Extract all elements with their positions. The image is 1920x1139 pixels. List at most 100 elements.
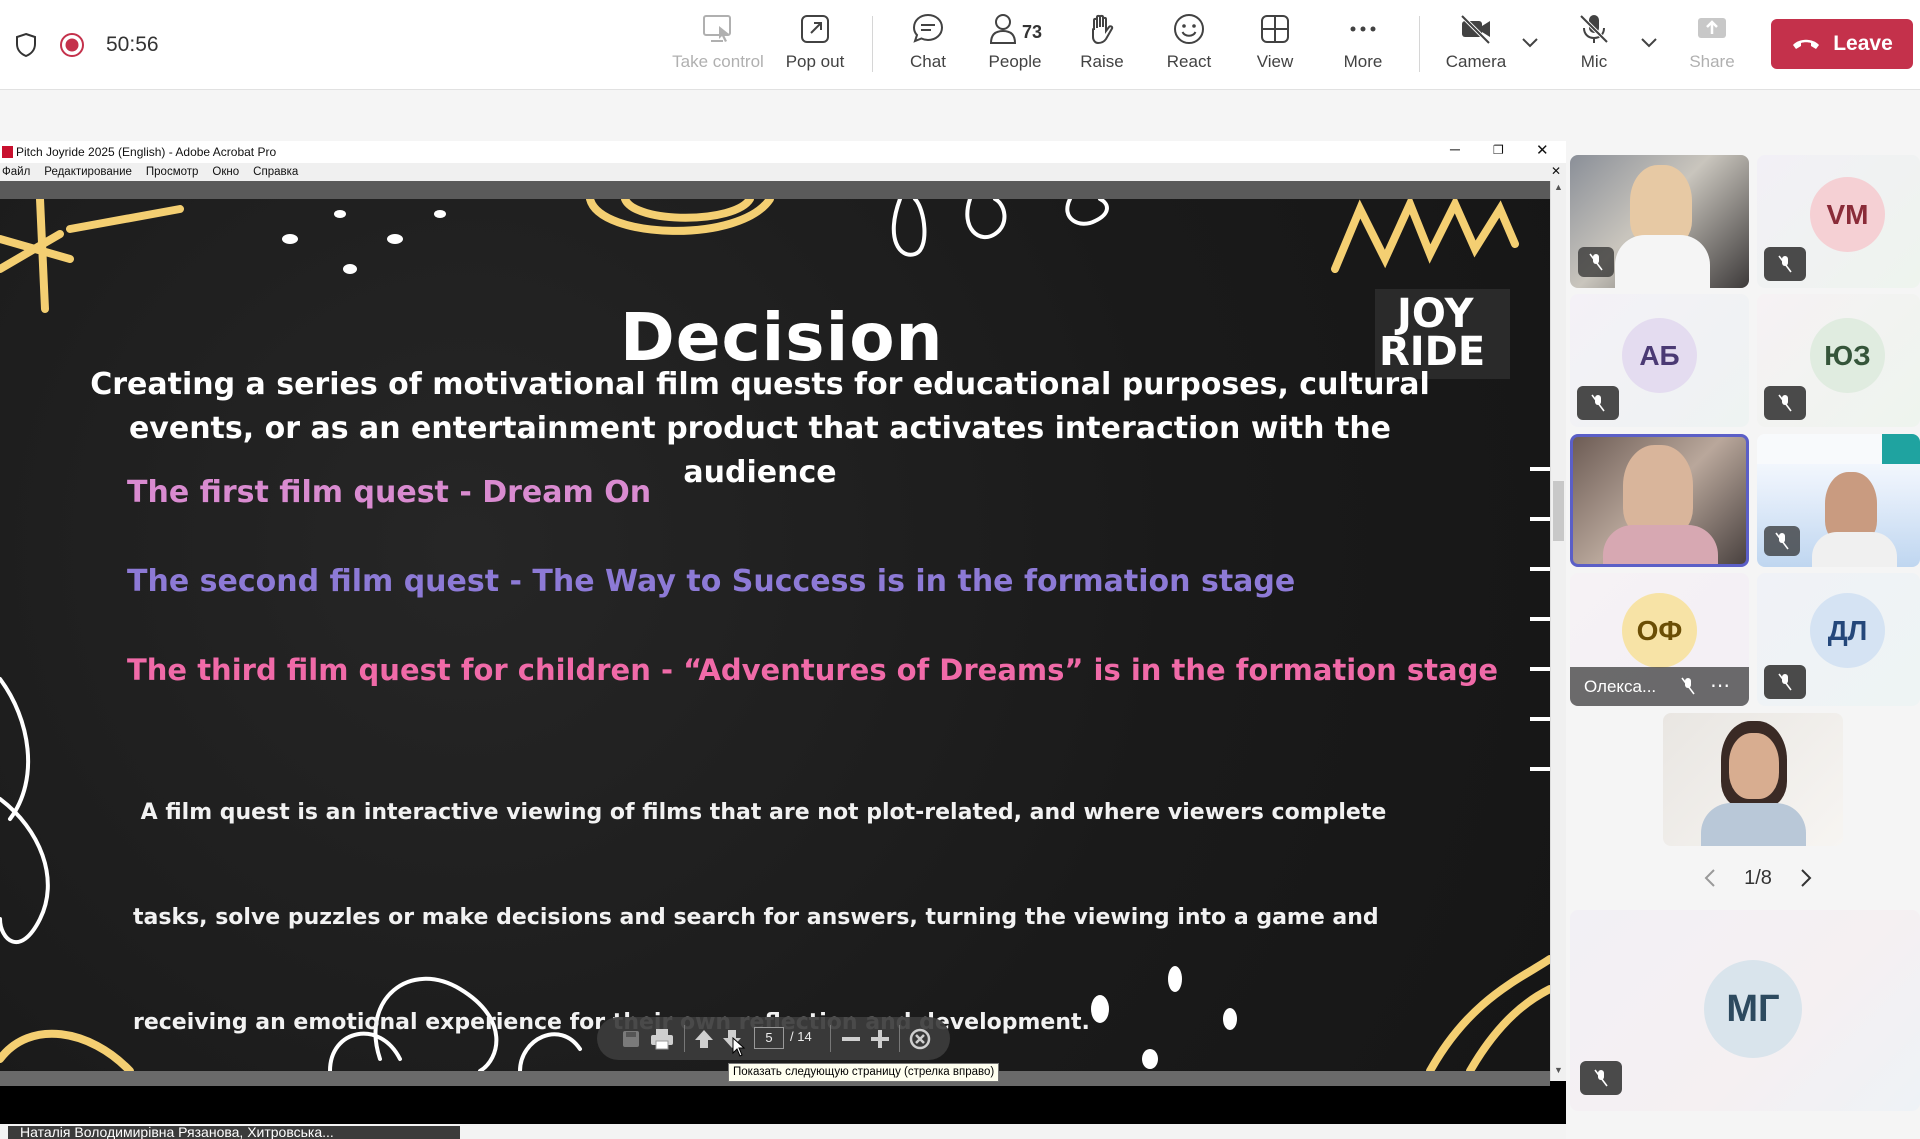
acrobat-window-title: Pitch Joyride 2025 (English) - Adobe Acr… (16, 145, 277, 159)
view-label: View (1256, 52, 1294, 71)
raise-label: Raise (1080, 52, 1124, 71)
next-page-tooltip: Показать следующую страницу (стрелка впр… (728, 1063, 1000, 1082)
zoom-in-icon[interactable] (869, 1028, 891, 1050)
menu-item-help[interactable]: Справка (253, 166, 298, 178)
muted-mic-icon (1681, 677, 1695, 695)
share-button[interactable]: Share (1689, 12, 1735, 82)
recording-icon (59, 32, 85, 58)
quest-1-text: The first film quest - Dream On (127, 475, 652, 510)
menu-item-view[interactable]: Просмотр (146, 166, 199, 178)
muted-mic-icon (1580, 1061, 1622, 1095)
participant-video-tile-shared[interactable] (1757, 434, 1920, 567)
share-icon (1698, 18, 1726, 38)
menu-item-edit[interactable]: Редактирование (44, 166, 132, 178)
raise-hand-icon (1092, 14, 1114, 45)
muted-mic-icon (1764, 526, 1800, 556)
avatar-ab: АБ (1622, 318, 1697, 393)
more-button[interactable]: More (1340, 12, 1386, 82)
chat-button[interactable]: Chat (900, 12, 956, 82)
acrobat-titlebar: Pitch Joyride 2025 (English) - Adobe Acr… (0, 141, 1566, 163)
shield-icon[interactable] (14, 32, 38, 58)
restore-icon[interactable]: ❐ (1493, 143, 1511, 157)
scroll-down-arrow-icon[interactable]: ▼ (1554, 1065, 1563, 1075)
page-number-input[interactable]: 5 (754, 1027, 784, 1049)
meeting-timer: 50:56 (106, 33, 159, 56)
scrollbar-thumb[interactable] (1553, 481, 1564, 541)
acrobat-menubar: Файл Редактирование Просмотр Окно Справк… (0, 163, 1566, 181)
close-document-icon[interactable]: ✕ (1551, 164, 1561, 178)
view-button[interactable]: View (1253, 12, 1297, 82)
close-toolbar-icon[interactable] (908, 1027, 932, 1051)
react-button[interactable]: React (1164, 12, 1214, 82)
menu-item-window[interactable]: Окно (212, 166, 239, 178)
presenter-name-bar: Наталія Володимирівна Рязанова, Хитровсь… (8, 1126, 460, 1139)
participant-background-accent (1882, 434, 1920, 464)
camera-label: Camera (1445, 52, 1507, 71)
print-icon[interactable] (650, 1028, 674, 1050)
toolbar-divider (1419, 16, 1420, 72)
previous-page-arrow-icon[interactable] (693, 1028, 715, 1050)
participant-video-tile-speaking[interactable] (1570, 434, 1749, 567)
participant-video-face (1623, 445, 1693, 535)
mic-button[interactable]: Mic (1576, 12, 1612, 82)
quest-2-text: The second film quest - The Way to Succe… (127, 564, 1296, 599)
gallery-page-indicator: 1/8 (1744, 866, 1772, 889)
share-label: Share (1689, 52, 1735, 71)
people-label: People (988, 52, 1042, 71)
react-label: React (1166, 52, 1212, 71)
avatar-dl: ДЛ (1810, 593, 1885, 668)
acrobat-window: Pitch Joyride 2025 (English) - Adobe Acr… (0, 141, 1566, 1125)
mic-label: Mic (1580, 52, 1608, 71)
participant-video-tile[interactable] (1570, 155, 1749, 288)
presenter-name: Наталія Володимирівна Рязанова, Хитровсь… (20, 1126, 334, 1139)
save-icon[interactable] (621, 1029, 641, 1049)
raise-hand-button[interactable]: Raise (1078, 12, 1126, 82)
chat-label: Chat (910, 52, 946, 71)
leave-button[interactable]: Leave (1771, 19, 1913, 69)
participant-tile-yuz[interactable]: ЮЗ (1757, 294, 1920, 427)
quest-3-text: The third film quest for children - “Adv… (127, 653, 1499, 687)
phone-hangup-icon (1793, 39, 1820, 49)
description-line: A film quest is an interactive viewing o… (133, 800, 1387, 825)
pdf-vertical-scrollbar[interactable]: ▲ ▼ (1550, 181, 1566, 1081)
toolbar-divider (899, 1025, 900, 1052)
grid-view-icon (1261, 15, 1289, 43)
acrobat-toolbar-strip (0, 181, 1566, 199)
slide-intro-line: Creating a series of motivational film q… (90, 367, 1430, 402)
participant-tile-dl[interactable]: ДЛ (1757, 573, 1920, 706)
acrobat-app-icon (2, 146, 13, 158)
meeting-toolbar: 50:56 Take control Pop out Chat 73 Peopl… (0, 0, 1920, 90)
muted-mic-icon (1764, 665, 1806, 699)
menu-item-file[interactable]: Файл (2, 166, 30, 178)
participant-tile-vm[interactable]: VM (1757, 155, 1920, 288)
previous-page-chevron-icon[interactable] (1703, 868, 1717, 888)
participant-tile-of[interactable]: ОФ Олекса... ⋯ (1570, 573, 1749, 706)
participant-more-icon[interactable]: ⋯ (1710, 673, 1730, 698)
people-count: 73 (1021, 22, 1043, 42)
pop-out-button[interactable]: Pop out (778, 12, 852, 82)
zoom-out-icon[interactable] (840, 1029, 862, 1049)
people-button[interactable]: 73 People (985, 12, 1045, 82)
participant-tile-mg[interactable]: МГ (1570, 910, 1920, 1111)
participant-tile-ab[interactable]: АБ (1570, 294, 1749, 427)
mouse-cursor-icon (732, 1037, 746, 1057)
participant-video-tile[interactable] (1663, 713, 1843, 846)
next-page-chevron-icon[interactable] (1799, 868, 1813, 888)
avatar-vm: VM (1810, 177, 1885, 252)
participant-video-face (1729, 733, 1779, 799)
minimize-icon[interactable]: ─ (1450, 141, 1468, 157)
avatar-yuz: ЮЗ (1810, 318, 1885, 393)
camera-off-icon (1460, 14, 1491, 45)
mic-off-icon (1579, 14, 1609, 44)
close-icon[interactable]: ✕ (1536, 141, 1554, 159)
pop-out-label: Pop out (785, 52, 845, 71)
camera-options-chevron-icon[interactable] (1521, 34, 1539, 50)
mic-options-chevron-icon[interactable] (1640, 34, 1658, 50)
pdf-floating-toolbar: 5 / 14 (597, 1017, 950, 1060)
toolbar-divider (684, 1025, 685, 1052)
take-control-button[interactable]: Take control (670, 12, 766, 82)
participant-video-body (1701, 803, 1806, 846)
camera-button[interactable]: Camera (1444, 12, 1508, 82)
more-icon (1350, 26, 1376, 32)
scroll-up-arrow-icon[interactable]: ▲ (1554, 182, 1563, 192)
